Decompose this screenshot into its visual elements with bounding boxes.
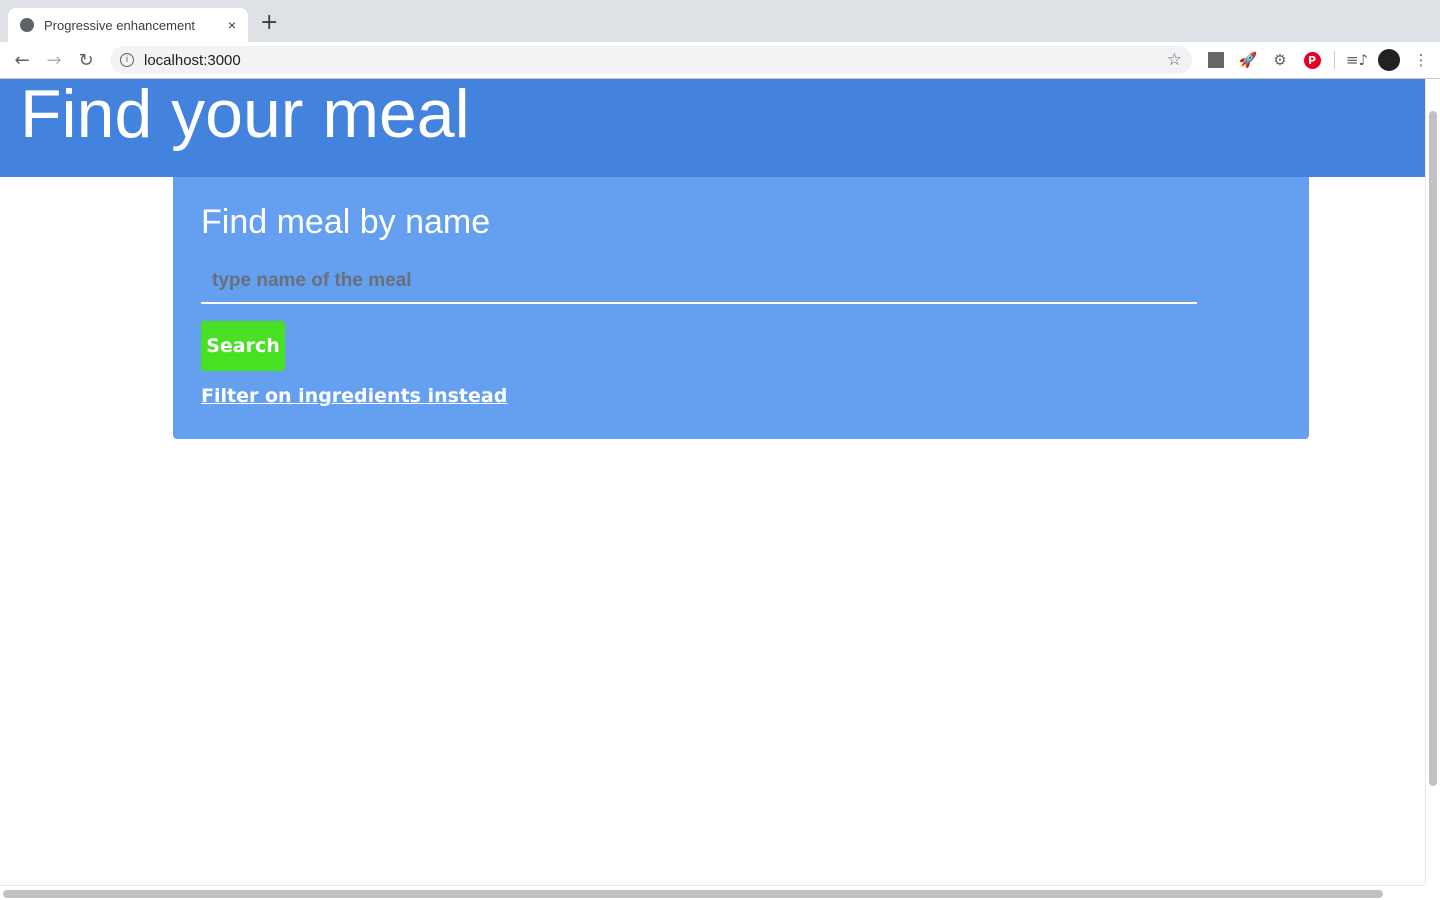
filter-ingredients-link[interactable]: Filter on ingredients instead: [201, 385, 507, 407]
new-tab-button[interactable]: +: [260, 10, 278, 35]
reload-button[interactable]: ↻: [70, 50, 102, 71]
bookmark-star-icon[interactable]: ☆: [1167, 50, 1182, 70]
avatar[interactable]: [1373, 49, 1405, 71]
page-content: Find your meal Find meal by name Search …: [0, 79, 1425, 885]
extension-m-icon[interactable]: [1200, 52, 1232, 68]
page-header: Find your meal: [0, 79, 1425, 177]
back-button[interactable]: ←: [6, 50, 38, 71]
globe-icon: [20, 18, 34, 32]
rocket-icon[interactable]: 🚀: [1232, 51, 1264, 69]
divider: [1334, 51, 1335, 69]
search-heading: Find meal by name: [201, 203, 491, 241]
menu-icon[interactable]: ⋮: [1405, 51, 1437, 69]
tab-title: Progressive enhancement: [44, 17, 196, 33]
pinterest-icon[interactable]: P: [1296, 51, 1328, 69]
url-text[interactable]: localhost:3000: [144, 52, 1167, 69]
info-icon[interactable]: i: [120, 53, 134, 67]
forward-button[interactable]: →: [38, 50, 70, 71]
scroll-thumb[interactable]: [1429, 111, 1437, 786]
close-tab-icon[interactable]: ×: [228, 17, 236, 33]
gear-icon[interactable]: ⚙: [1264, 51, 1296, 69]
horizontal-scrollbar[interactable]: [0, 885, 1425, 900]
scroll-thumb[interactable]: [3, 890, 1383, 898]
browser-tab[interactable]: Progressive enhancement ×: [8, 8, 248, 42]
address-bar[interactable]: i localhost:3000 ☆: [110, 46, 1192, 74]
search-button[interactable]: Search: [201, 321, 285, 371]
page-title: Find your meal: [20, 79, 470, 152]
media-control-icon[interactable]: ≡♪: [1341, 51, 1373, 69]
search-card: Find meal by name Search Filter on ingre…: [173, 177, 1309, 439]
vertical-scrollbar[interactable]: [1425, 79, 1440, 885]
tab-strip: Progressive enhancement × +: [0, 0, 1440, 42]
browser-toolbar: ← → ↻ i localhost:3000 ☆ 🚀 ⚙ P ≡♪ ⋮: [0, 42, 1440, 79]
meal-name-input[interactable]: [201, 260, 1197, 304]
